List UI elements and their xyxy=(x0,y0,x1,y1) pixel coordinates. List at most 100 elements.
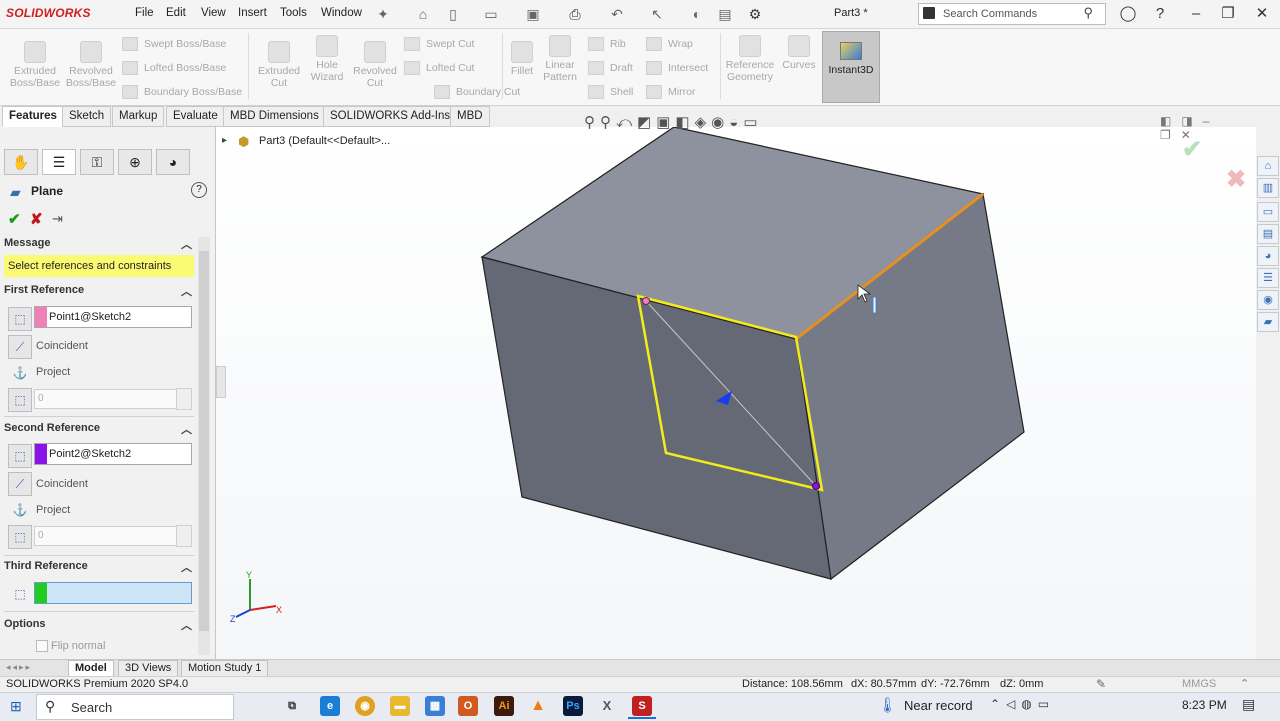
tab-evaluate[interactable]: Evaluate xyxy=(166,106,225,127)
third-reference-field[interactable] xyxy=(34,582,192,604)
tab-markup[interactable]: Markup xyxy=(112,106,165,127)
zoom-to-fit-icon[interactable]: ⚲ xyxy=(584,114,600,131)
options-gear-icon[interactable]: ⚙ xyxy=(746,5,764,23)
viewport-next-icon[interactable]: ◨ xyxy=(1181,114,1202,128)
lofted-cut-button[interactable]: Lofted Cut xyxy=(404,61,474,75)
second-reference-header[interactable]: Second Reference ︿ xyxy=(4,422,194,440)
extruded-boss-button[interactable]: Extruded Boss/Base xyxy=(8,41,62,89)
weather-text[interactable]: Near record xyxy=(904,698,973,713)
view-settings-icon[interactable]: ▭ xyxy=(743,114,762,131)
distance-icon[interactable]: ⬚ xyxy=(8,388,32,412)
illustrator-icon[interactable]: Ai xyxy=(494,696,514,716)
property-manager-tab-icon[interactable]: ☰ xyxy=(42,149,76,175)
pin-icon[interactable]: ✦ xyxy=(374,5,392,23)
section-view-icon[interactable]: ◩ xyxy=(637,114,656,131)
file-explorer-taskbar-icon[interactable]: ▬ xyxy=(390,696,410,716)
solidworks-logo[interactable]: SOLIDWORKS xyxy=(6,6,91,20)
clock-time[interactable]: 8:23 PM xyxy=(1182,698,1227,712)
rebuild-icon[interactable]: ◐ xyxy=(688,5,706,23)
menu-file[interactable]: File xyxy=(135,7,154,19)
custom-properties-icon[interactable]: ☰ xyxy=(1257,268,1279,288)
taskbar-search-box[interactable]: ⚲ Search xyxy=(36,694,234,720)
appearances-icon[interactable]: ◕ xyxy=(1257,246,1279,266)
file-explorer-icon[interactable]: ▭ xyxy=(1257,202,1279,222)
viewport-minimize-icon[interactable]: – xyxy=(1203,114,1220,128)
confirm-cancel-icon[interactable]: ✖ xyxy=(1226,165,1246,194)
project-icon[interactable]: ⚓ xyxy=(8,498,32,522)
ok-check-icon[interactable]: ✔ xyxy=(8,210,21,228)
collapse-chevron-icon[interactable]: ︿ xyxy=(181,617,192,633)
lofted-boss-button[interactable]: Lofted Boss/Base xyxy=(122,61,226,75)
tab-mbd-dimensions[interactable]: MBD Dimensions xyxy=(223,106,326,127)
cancel-x-icon[interactable]: ✘ xyxy=(30,210,43,228)
solidworks-resources-icon[interactable]: ⌂ xyxy=(1257,156,1279,176)
boundary-boss-button[interactable]: Boundary Boss/Base xyxy=(122,85,242,99)
message-section-header[interactable]: Message ︿ xyxy=(4,237,194,255)
zoom-area-icon[interactable]: ⚲ xyxy=(600,114,616,131)
wrap-button[interactable]: Wrap xyxy=(646,37,693,51)
tab-scroll-arrows-icon[interactable]: ◂◂▸▸ xyxy=(6,662,32,673)
ms-office-icon[interactable]: O xyxy=(458,696,478,716)
dimxpert-tab-icon[interactable]: ⊕ xyxy=(118,149,152,175)
tree-root-part3[interactable]: Part3 (Default<<Default>... xyxy=(259,135,390,147)
solidworks-forum-icon[interactable]: ◉ xyxy=(1257,290,1279,310)
edit-appearance-icon[interactable]: ◉ xyxy=(711,114,729,131)
help-circle-icon[interactable]: ? xyxy=(191,182,207,198)
search-icon[interactable]: ⚲ xyxy=(1083,5,1093,21)
pushpin-icon[interactable]: ⇥ xyxy=(52,211,63,227)
select-icon[interactable]: ↖ xyxy=(648,5,666,23)
collapse-chevron-icon[interactable]: ︿ xyxy=(181,421,192,437)
reference-geometry-button[interactable]: Reference Geometry xyxy=(722,35,778,83)
heads-up-view-toolbar[interactable]: ⚲⚲⤺◩▣◧◈◉◒▭ xyxy=(584,113,763,131)
solidworks-taskbar-icon[interactable]: S xyxy=(632,696,652,716)
chrome-browser-icon[interactable]: ◉ xyxy=(355,696,375,716)
status-expand-icon[interactable]: ⌃ xyxy=(1240,677,1249,690)
tray-chevron-icon[interactable]: ⌃ xyxy=(990,697,1006,711)
design-library-icon[interactable]: ▥ xyxy=(1257,178,1279,198)
tab-features[interactable]: Features xyxy=(2,106,64,127)
print-icon[interactable]: ⎙ xyxy=(566,5,584,23)
menu-insert[interactable]: Insert xyxy=(238,7,267,19)
comments-icon[interactable]: ▰ xyxy=(1257,312,1279,332)
collapse-chevron-icon[interactable]: ︿ xyxy=(181,283,192,299)
user-account-icon[interactable]: ◯ xyxy=(1116,3,1140,25)
apply-scene-icon[interactable]: ◒ xyxy=(729,114,743,131)
extruded-cut-button[interactable]: Extruded Cut xyxy=(254,41,304,89)
first-reference-number[interactable]: 0 xyxy=(34,389,179,409)
xsplit-icon[interactable]: X xyxy=(597,696,617,716)
graphics-area[interactable]: Y X Z ▸ ⬢ Part3 (Default<<Default>... ⚲⚲… xyxy=(216,114,1256,660)
tab-3d-views[interactable]: 3D Views xyxy=(118,660,179,677)
project-icon[interactable]: ⚓ xyxy=(8,361,32,385)
first-reference-header[interactable]: First Reference ︿ xyxy=(4,284,194,302)
coincident-icon[interactable]: ⟋ xyxy=(8,335,32,359)
system-tray[interactable]: ⌃◁◍▭ xyxy=(990,697,1055,711)
feature-manager-tab-icon[interactable]: ✋ xyxy=(4,149,38,175)
network-icon[interactable]: ◍ xyxy=(1021,697,1037,711)
task-view-icon[interactable]: ⧉ xyxy=(282,696,302,716)
rib-button[interactable]: Rib xyxy=(588,37,626,51)
viewport-prev-icon[interactable]: ◧ xyxy=(1160,114,1181,128)
collapse-chevron-icon[interactable]: ︿ xyxy=(181,559,192,575)
save-icon[interactable]: ▣ xyxy=(524,5,542,23)
units-indicator[interactable]: MMGS xyxy=(1182,678,1216,690)
display-manager-tab-icon[interactable]: ◕ xyxy=(156,149,190,175)
close-window-button[interactable]: ✕ xyxy=(1250,3,1274,25)
confirm-ok-icon[interactable]: ✔ xyxy=(1182,135,1202,164)
fillet-button[interactable]: Fillet xyxy=(506,41,538,77)
previous-view-icon[interactable]: ⤺ xyxy=(616,114,637,131)
undo-icon[interactable]: ↶ xyxy=(608,5,626,23)
battery-icon[interactable]: ▭ xyxy=(1038,697,1055,711)
menu-edit[interactable]: Edit xyxy=(166,7,186,19)
revolved-boss-button[interactable]: Revolved Boss/Base xyxy=(64,41,118,89)
view-orientation-icon[interactable]: ▣ xyxy=(656,114,675,131)
photoshop-icon[interactable]: Ps xyxy=(563,696,583,716)
hide-show-icon[interactable]: ◈ xyxy=(695,114,712,131)
tab-motion-study-1[interactable]: Motion Study 1 xyxy=(181,660,269,677)
distance-icon[interactable]: ⬚ xyxy=(8,525,32,549)
tab-mbd[interactable]: MBD xyxy=(450,106,490,127)
point2-marker[interactable] xyxy=(812,482,820,490)
first-reference-field[interactable]: Point1@Sketch2 xyxy=(34,306,192,328)
restore-button[interactable]: ❐ xyxy=(1216,3,1240,25)
tab-model[interactable]: Model xyxy=(68,660,114,677)
collapse-chevron-icon[interactable]: ︿ xyxy=(181,236,192,252)
